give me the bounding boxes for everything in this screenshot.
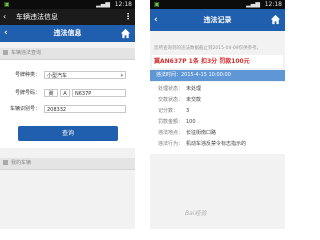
detail-key: 处理状态：: [158, 86, 184, 92]
detail-row: 交款状态： 未交款: [154, 95, 285, 105]
vin-input[interactable]: 208332: [44, 105, 126, 113]
detail-key: 记分数：: [158, 108, 179, 114]
data-notice: 您所查询到的违法数据截止到2015-04-09仅供参考。: [154, 46, 262, 51]
home-icon[interactable]: [120, 28, 131, 39]
signal-icon: ▂▄▆: [246, 1, 260, 8]
plate-row: 号牌号码： 冀 A N637P: [8, 87, 133, 99]
status-time: 12:18: [264, 1, 282, 8]
status-bar: ▣ ▂▄▆ 12:18: [0, 0, 135, 9]
detail-value: 机动车违反禁令标志指示的: [186, 141, 247, 147]
detail-value: 长征街南口路: [186, 130, 217, 136]
plate-province-select[interactable]: 冀: [44, 89, 58, 97]
page-header: ‹ 违法信息: [0, 25, 135, 42]
detail-row: 处理状态： 未处理: [154, 84, 285, 94]
detail-row: 记分数： 3: [154, 106, 285, 116]
car-type-row: 号牌种类： 小型汽车: [8, 69, 133, 81]
plate-letter-select[interactable]: A: [60, 89, 70, 97]
query-section-header: 车辆违法查询: [0, 48, 135, 60]
record-details: 处理状态： 未处理 交款状态： 未交款 记分数： 3 罚款金额： 100 违法地…: [150, 82, 285, 154]
detail-value: 3: [186, 108, 190, 114]
detail-value: 100: [186, 119, 196, 125]
vin-label: 车辆识别号：: [9, 106, 40, 112]
back-icon[interactable]: ‹: [154, 9, 158, 31]
detail-value: 未处理: [186, 86, 202, 92]
status-bar: ▣ ▂▄▆ 12:18: [150, 0, 285, 9]
section-icon: [3, 160, 8, 165]
signal-icon: ▂▄▆: [96, 1, 110, 8]
detail-key: 罚款金额：: [158, 119, 184, 125]
home-icon[interactable]: [270, 14, 281, 25]
page-title: 违法信息: [53, 29, 82, 37]
right-screen: ▣ ▂▄▆ 12:18 ‹ 违法记录 您所查询到的违法数据截止到2015-04-…: [150, 0, 285, 229]
violation-time: 违法时间：2015-4-15 10:00:00: [150, 70, 285, 81]
section-title: 车辆违法查询: [11, 50, 42, 56]
vin-row: 车辆识别号： 208332: [8, 103, 133, 115]
query-button[interactable]: 查询: [18, 126, 118, 141]
my-cars-section-header[interactable]: 我的车辆: [0, 158, 135, 170]
section-title: 我的车辆: [11, 160, 32, 166]
plate-number-input[interactable]: N637P: [72, 89, 126, 97]
left-screen: ▣ ▂▄▆ 12:18 ‹ 车辆违法信息 ⋮ ‹ 违法信息 车辆违法查询 号牌种…: [0, 0, 135, 229]
detail-key: 违法行为：: [158, 141, 184, 147]
back-icon[interactable]: ‹: [4, 25, 8, 42]
page-title: 违法记录: [203, 16, 232, 24]
car-type-label: 号牌种类：: [14, 72, 40, 78]
app-bar-title: 车辆违法信息: [16, 13, 58, 21]
status-time: 12:18: [114, 1, 132, 8]
watermark: Bai经验: [185, 210, 207, 217]
record-summary[interactable]: 冀AN637P 1条 扣3分 罚款100元: [152, 55, 283, 68]
plate-label: 号牌号码：: [14, 90, 40, 96]
detail-row: 罚款金额： 100: [154, 117, 285, 127]
car-type-select[interactable]: 小型汽车: [44, 71, 126, 80]
detail-row: 违法地点： 长征街南口路: [154, 128, 285, 138]
notification-icon: ▣: [4, 1, 10, 8]
back-arrow-icon[interactable]: ‹: [3, 9, 6, 25]
overflow-menu-icon[interactable]: ⋮: [124, 9, 132, 25]
section-icon: [3, 50, 8, 55]
notification-icon: ▣: [154, 1, 160, 8]
page-header: ‹ 违法记录: [150, 9, 285, 31]
app-bar: ‹ 车辆违法信息 ⋮: [0, 9, 135, 25]
detail-key: 交款状态：: [158, 97, 184, 103]
detail-value: 未交款: [186, 97, 202, 103]
detail-row: 违法行为： 机动车违反禁令标志指示的: [154, 139, 285, 149]
detail-key: 违法地点：: [158, 130, 184, 136]
